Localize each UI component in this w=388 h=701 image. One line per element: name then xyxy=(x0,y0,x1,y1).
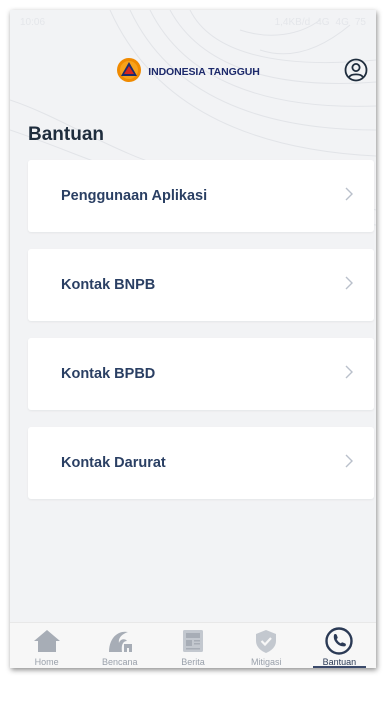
signal-1: 4G xyxy=(316,16,330,28)
status-indicators: 1,4KB/d 4G 4G 75 xyxy=(275,17,366,28)
nav-item-bencana[interactable]: Bencana xyxy=(83,623,156,668)
bnpb-logo-icon xyxy=(116,57,142,88)
user-circle-icon xyxy=(344,58,368,87)
nav-item-home[interactable]: Home xyxy=(10,623,83,668)
tsunami-icon xyxy=(105,627,135,655)
nav-label: Bencana xyxy=(102,657,138,667)
menu-item-label: Kontak BNPB xyxy=(61,277,156,293)
profile-button[interactable] xyxy=(342,58,370,86)
shield-check-icon xyxy=(251,627,281,655)
chevron-right-icon xyxy=(344,454,354,473)
menu-item-penggunaan-aplikasi[interactable]: Penggunaan Aplikasi xyxy=(28,160,374,232)
menu-item-label: Kontak BPBD xyxy=(61,366,156,382)
chevron-right-icon xyxy=(344,276,354,295)
chevron-right-icon xyxy=(344,365,354,384)
news-icon xyxy=(178,627,208,655)
menu-item-label: Kontak Darurat xyxy=(61,455,166,471)
network-speed: 1,4KB/d xyxy=(274,16,311,28)
page-title: Bantuan xyxy=(28,124,104,145)
chevron-right-icon xyxy=(344,187,354,206)
nav-item-mitigasi[interactable]: Mitigasi xyxy=(230,623,303,668)
menu-list: Penggunaan Aplikasi Kontak BNPB Kontak B… xyxy=(28,160,374,516)
app-screen: 10:06 1,4KB/d 4G 4G 75 INDONESIA TANGGUH xyxy=(10,10,376,668)
menu-item-kontak-bnpb[interactable]: Kontak BNPB xyxy=(28,249,374,321)
status-time: 10:06 xyxy=(20,16,46,28)
app-header: INDONESIA TANGGUH xyxy=(10,52,376,92)
brand-name: INDONESIA TANGGUH xyxy=(148,66,260,78)
menu-item-kontak-bpbd[interactable]: Kontak BPBD xyxy=(28,338,374,410)
nav-item-bantuan[interactable]: Bantuan xyxy=(303,623,376,668)
brand: INDONESIA TANGGUH xyxy=(116,57,260,88)
nav-label: Home xyxy=(34,657,59,667)
battery-level: 75 xyxy=(354,16,366,28)
signal-2: 4G xyxy=(335,16,349,28)
nav-label: Bantuan xyxy=(322,657,357,667)
menu-item-kontak-darurat[interactable]: Kontak Darurat xyxy=(28,427,374,499)
nav-label: Berita xyxy=(181,657,205,667)
home-icon xyxy=(32,627,62,655)
status-bar: 10:06 1,4KB/d 4G 4G 75 xyxy=(10,10,376,34)
bottom-nav: Home Bencana Berita Mitigasi Bantuan xyxy=(10,622,376,668)
phone-call-icon xyxy=(324,627,354,655)
menu-item-label: Penggunaan Aplikasi xyxy=(61,188,208,204)
nav-label: Mitigasi xyxy=(250,657,282,667)
nav-item-berita[interactable]: Berita xyxy=(156,623,229,668)
